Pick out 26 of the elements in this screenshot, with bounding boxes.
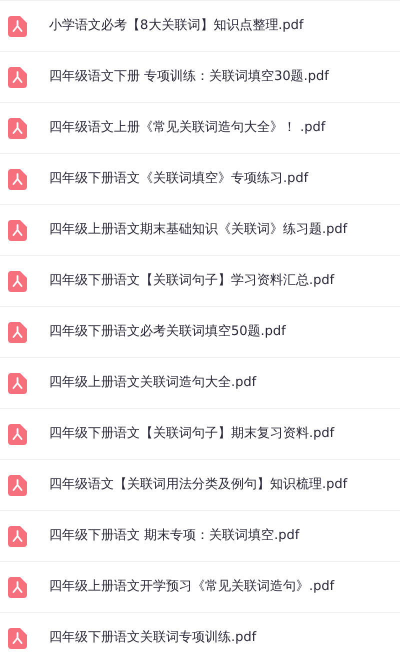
file-name[interactable]: 四年级下册语文关联词专项训练.pdf (49, 628, 256, 648)
pdf-file-icon (8, 628, 27, 648)
file-name[interactable]: 四年级下册语文《关联词填空》专项练习.pdf (49, 169, 308, 189)
file-name[interactable]: 四年级下册语文 期末专项：关联词填空.pdf (49, 526, 300, 546)
file-name[interactable]: 四年级语文下册 专项训练：关联词填空30题.pdf (49, 67, 329, 87)
file-name[interactable]: 四年级语文【关联词用法分类及例句】知识梳理.pdf (49, 475, 348, 495)
file-name[interactable]: 四年级上册语文期末基础知识《关联词》练习题.pdf (49, 220, 348, 240)
pdf-file-icon (8, 168, 27, 190)
file-name[interactable]: 四年级下册语文【关联词句子】学习资料汇总.pdf (49, 271, 334, 291)
pdf-file-icon (8, 372, 27, 394)
pdf-file-icon (8, 474, 27, 496)
file-name[interactable]: 四年级上册语文关联词造句大全.pdf (49, 373, 256, 393)
pdf-file-icon (8, 424, 27, 444)
pdf-file-icon (8, 220, 27, 240)
file-name[interactable]: 四年级语文上册《常见关联词造句大全》！ .pdf (49, 118, 326, 138)
file-name[interactable]: 四年级下册语文【关联词句子】期末复习资料.pdf (49, 424, 334, 444)
pdf-file-icon (8, 118, 27, 138)
pdf-file-icon (8, 270, 27, 292)
pdf-file-icon (8, 66, 27, 88)
pdf-file-icon (8, 16, 27, 36)
file-name[interactable]: 四年级上册语文开学预习《常见关联词造句》.pdf (49, 577, 334, 597)
pdf-file-icon (8, 576, 27, 598)
file-name[interactable]: 四年级下册语文必考关联词填空50题.pdf (49, 322, 286, 342)
pdf-file-icon (8, 526, 27, 546)
pdf-file-icon (8, 322, 27, 342)
file-name[interactable]: 小学语文必考【8大关联词】知识点整理.pdf (49, 16, 304, 36)
